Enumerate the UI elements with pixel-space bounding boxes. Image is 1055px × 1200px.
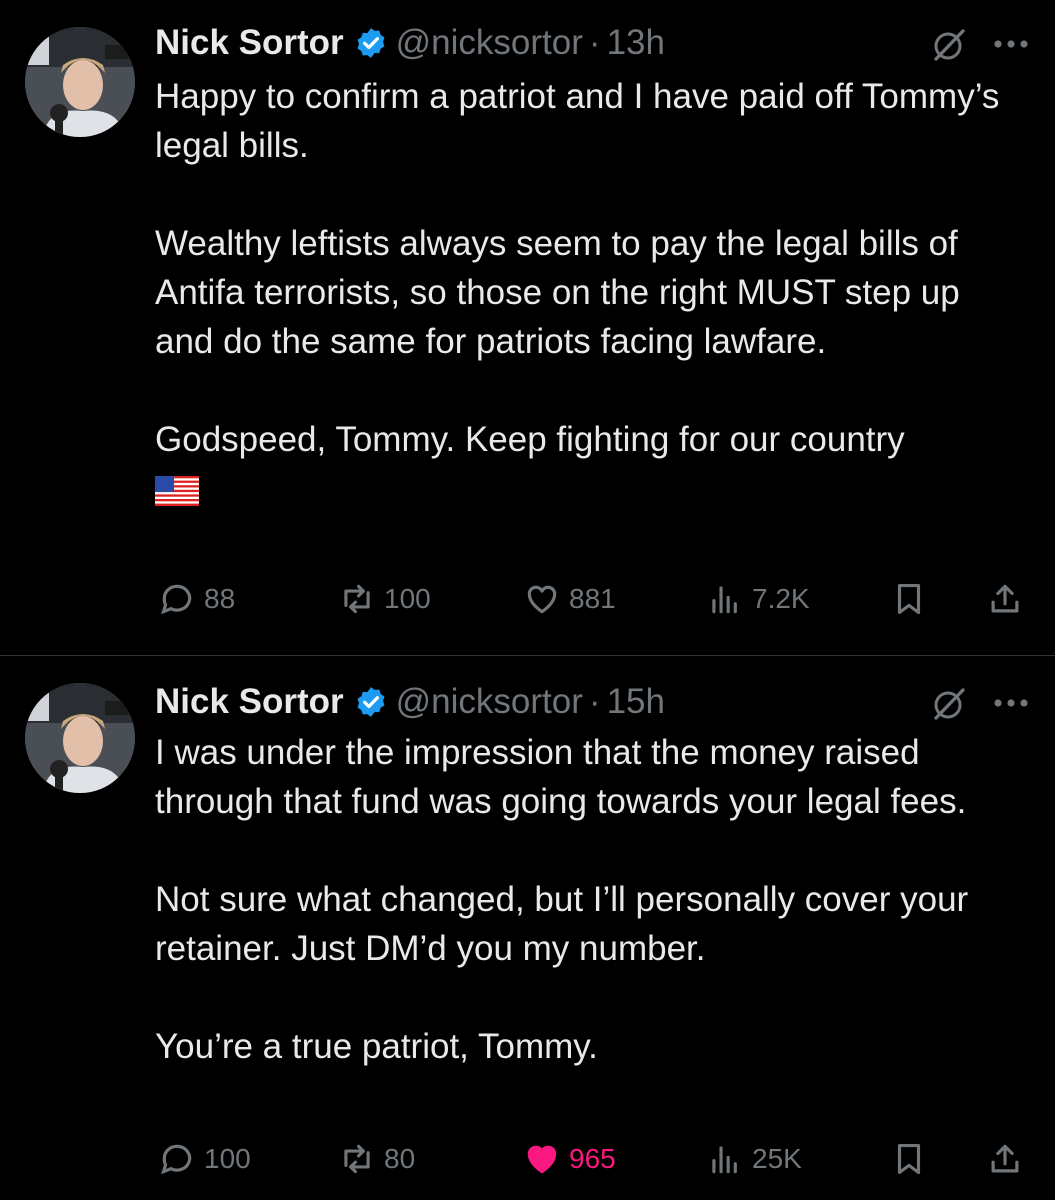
tweet-paragraph: I was under the impression that the mone… bbox=[155, 733, 967, 821]
share-button[interactable] bbox=[986, 1140, 1032, 1178]
like-icon bbox=[527, 585, 557, 614]
verified-badge-icon bbox=[357, 687, 385, 717]
more-icon[interactable] bbox=[993, 39, 1029, 49]
view-count: 25K bbox=[752, 1143, 802, 1174]
tweet-actions: 100 80 965 25K bbox=[0, 1140, 1055, 1184]
bookmark-button[interactable] bbox=[890, 580, 936, 618]
tweet-paragraph: Happy to confirm a patriot and I have pa… bbox=[155, 77, 1000, 165]
reply-count: 100 bbox=[204, 1143, 251, 1174]
author-handle[interactable]: @nicksortor bbox=[396, 682, 583, 722]
bookmark-icon bbox=[897, 1143, 921, 1175]
repost-count: 100 bbox=[384, 583, 431, 614]
author-handle[interactable]: @nicksortor bbox=[396, 23, 583, 63]
avatar[interactable] bbox=[25, 27, 135, 137]
separator-dot: · bbox=[588, 23, 601, 62]
tweet[interactable]: Nick Sortor @nicksortor · 13h Happy to c… bbox=[0, 0, 1055, 655]
like-count: 965 bbox=[569, 1143, 616, 1174]
avatar[interactable] bbox=[25, 683, 135, 793]
views-icon bbox=[712, 1146, 737, 1174]
tweet-text: I was under the impression that the mone… bbox=[155, 728, 1025, 1071]
avatar-image bbox=[25, 27, 135, 137]
views-button[interactable]: 7.2K bbox=[706, 580, 810, 618]
verified-badge-icon bbox=[357, 28, 385, 58]
reply-button[interactable]: 88 bbox=[158, 580, 235, 618]
share-button[interactable] bbox=[986, 580, 1032, 618]
tweet-paragraph: Wealthy leftists always seem to pay the … bbox=[155, 224, 960, 361]
like-icon bbox=[527, 1145, 557, 1174]
repost-icon bbox=[344, 1144, 370, 1174]
reply-icon bbox=[161, 1144, 192, 1175]
author-name[interactable]: Nick Sortor bbox=[155, 23, 344, 63]
repost-button[interactable]: 100 bbox=[338, 580, 431, 618]
like-count: 881 bbox=[569, 583, 616, 614]
timestamp[interactable]: 15h bbox=[607, 682, 665, 722]
tweet-header: Nick Sortor @nicksortor · 13h bbox=[155, 18, 665, 68]
views-icon bbox=[712, 586, 737, 614]
view-count: 7.2K bbox=[752, 583, 810, 614]
us-flag-emoji bbox=[155, 476, 199, 506]
bookmark-icon bbox=[897, 583, 921, 615]
separator-dot: · bbox=[588, 682, 601, 721]
tweet-header: Nick Sortor @nicksortor · 15h bbox=[155, 677, 665, 727]
more-icon[interactable] bbox=[993, 698, 1029, 708]
bookmark-button[interactable] bbox=[890, 1140, 936, 1178]
reply-icon bbox=[161, 584, 192, 615]
share-icon bbox=[991, 1144, 1019, 1173]
tweet-actions: 88 100 881 7.2K bbox=[0, 580, 1055, 624]
repost-icon bbox=[344, 584, 370, 614]
repost-button[interactable]: 80 bbox=[338, 1140, 415, 1178]
tweet-paragraph: Not sure what changed, but I’ll personal… bbox=[155, 880, 969, 968]
reply-count: 88 bbox=[204, 583, 236, 614]
tweet-paragraph: You’re a true patriot, Tommy. bbox=[155, 1027, 598, 1066]
grok-icon[interactable] bbox=[930, 26, 968, 64]
views-button[interactable]: 25K bbox=[706, 1140, 802, 1178]
like-button[interactable]: 965 bbox=[523, 1140, 616, 1178]
tweet-text: Happy to confirm a patriot and I have pa… bbox=[155, 72, 1025, 519]
grok-icon[interactable] bbox=[930, 685, 968, 723]
tweet[interactable]: Nick Sortor @nicksortor · 15h I was unde… bbox=[0, 656, 1055, 1200]
like-button[interactable]: 881 bbox=[523, 580, 616, 618]
reply-button[interactable]: 100 bbox=[158, 1140, 251, 1178]
share-icon bbox=[991, 584, 1019, 613]
timestamp[interactable]: 13h bbox=[607, 23, 665, 63]
author-name[interactable]: Nick Sortor bbox=[155, 682, 344, 722]
avatar-image bbox=[25, 683, 135, 793]
tweet-paragraph: Godspeed, Tommy. Keep fighting for our c… bbox=[155, 420, 905, 459]
repost-count: 80 bbox=[384, 1143, 416, 1174]
